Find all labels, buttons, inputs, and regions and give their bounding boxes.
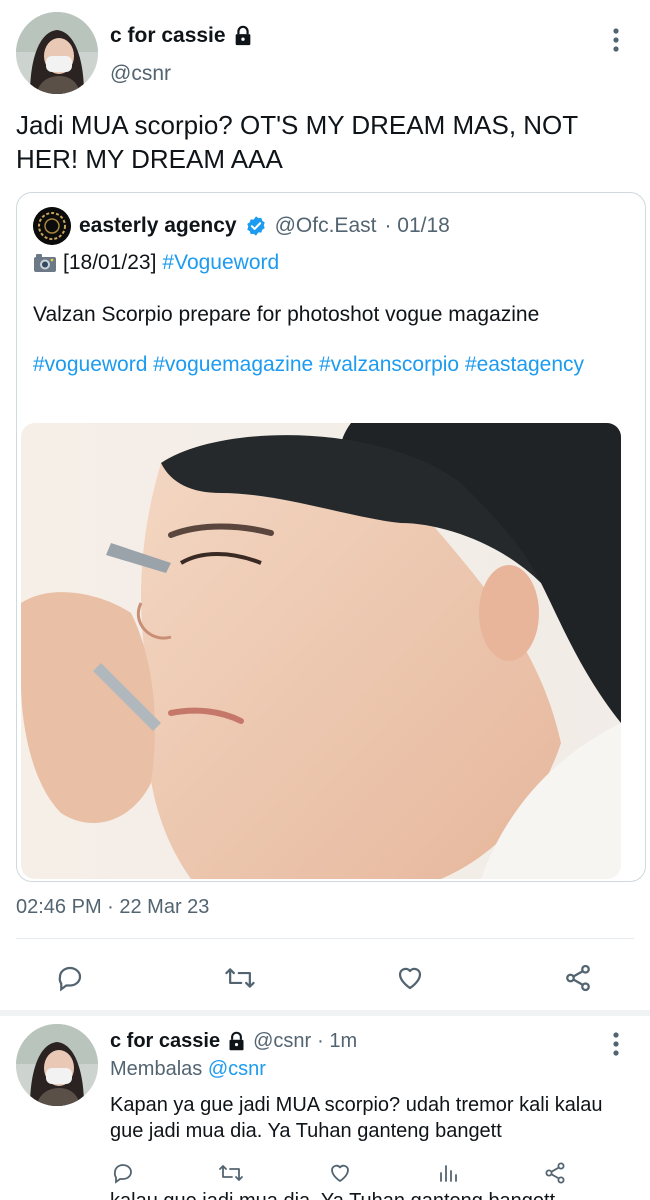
share-icon[interactable] xyxy=(558,958,598,998)
more-vertical-icon[interactable] xyxy=(611,1031,621,1057)
quoted-date: · 01/18 xyxy=(384,214,450,237)
retweet-icon[interactable] xyxy=(220,958,260,998)
reply-name-row: c for cassie @csnr · 1m xyxy=(110,1030,357,1053)
quoted-avatar xyxy=(33,207,71,245)
quoted-first-line: [18/01/23] #Vogueword xyxy=(33,251,279,275)
reply-icon[interactable] xyxy=(108,1158,138,1188)
replying-to: Membalas @csnr xyxy=(110,1058,266,1081)
quoted-hashtags[interactable]: #vogueword #voguemagazine #valzanscorpio… xyxy=(33,349,593,381)
more-vertical-icon[interactable] xyxy=(611,27,621,53)
quoted-body-text: Valzan Scorpio prepare for photoshot vog… xyxy=(33,303,540,326)
tweet-timestamp: 02:46 PM · 22 Mar 23 xyxy=(16,896,210,918)
quoted-date-tag: [18/01/23] xyxy=(63,251,157,274)
replying-to-link[interactable]: @csnr xyxy=(208,1058,266,1080)
section-separator xyxy=(0,1010,650,1016)
reply-text: Kapan ya gue jadi MUA scorpio? udah trem… xyxy=(110,1094,603,1142)
verified-badge-icon xyxy=(246,216,265,236)
replying-label: Membalas xyxy=(110,1058,203,1080)
divider xyxy=(16,938,634,939)
reply-icon[interactable] xyxy=(50,958,90,998)
hashtag-link[interactable]: #Vogueword xyxy=(162,251,279,275)
quoted-header: easterly agency @Ofc.East · 01/18 xyxy=(33,207,450,245)
main-action-bar xyxy=(0,958,650,998)
quoted-handle: @Ofc.East xyxy=(274,214,377,237)
quoted-tweet-card[interactable]: easterly agency @Ofc.East · 01/18 [18/01… xyxy=(16,192,646,882)
lock-icon xyxy=(235,25,250,46)
author-display-name[interactable]: c for cassie xyxy=(110,24,226,48)
like-icon[interactable] xyxy=(325,1158,355,1188)
reply-display-name[interactable]: c for cassie xyxy=(110,1030,220,1053)
camera-flash-emoji xyxy=(34,254,56,272)
quoted-display-name: easterly agency xyxy=(79,214,237,237)
cutoff-next-text: kalau gue jadi mua dia. Ya Tuhan ganteng… xyxy=(110,1190,555,1200)
reply-action-bar xyxy=(0,1158,650,1188)
share-icon[interactable] xyxy=(540,1158,570,1188)
author-avatar[interactable] xyxy=(16,12,98,94)
like-icon[interactable] xyxy=(390,958,430,998)
analytics-icon[interactable] xyxy=(433,1158,463,1188)
tweet-text: Jadi MUA scorpio? OT'S MY DREAM MAS, NOT… xyxy=(16,110,578,174)
lock-icon xyxy=(229,1031,244,1051)
retweet-icon[interactable] xyxy=(216,1158,246,1188)
quoted-photo[interactable] xyxy=(21,423,621,879)
reply-author-avatar[interactable] xyxy=(16,1024,98,1106)
reply-time: · 1m xyxy=(317,1030,358,1052)
reply-handle: @csnr xyxy=(253,1030,312,1052)
author-handle: @csnr xyxy=(110,62,171,85)
author-name-row: c for cassie xyxy=(110,24,254,48)
